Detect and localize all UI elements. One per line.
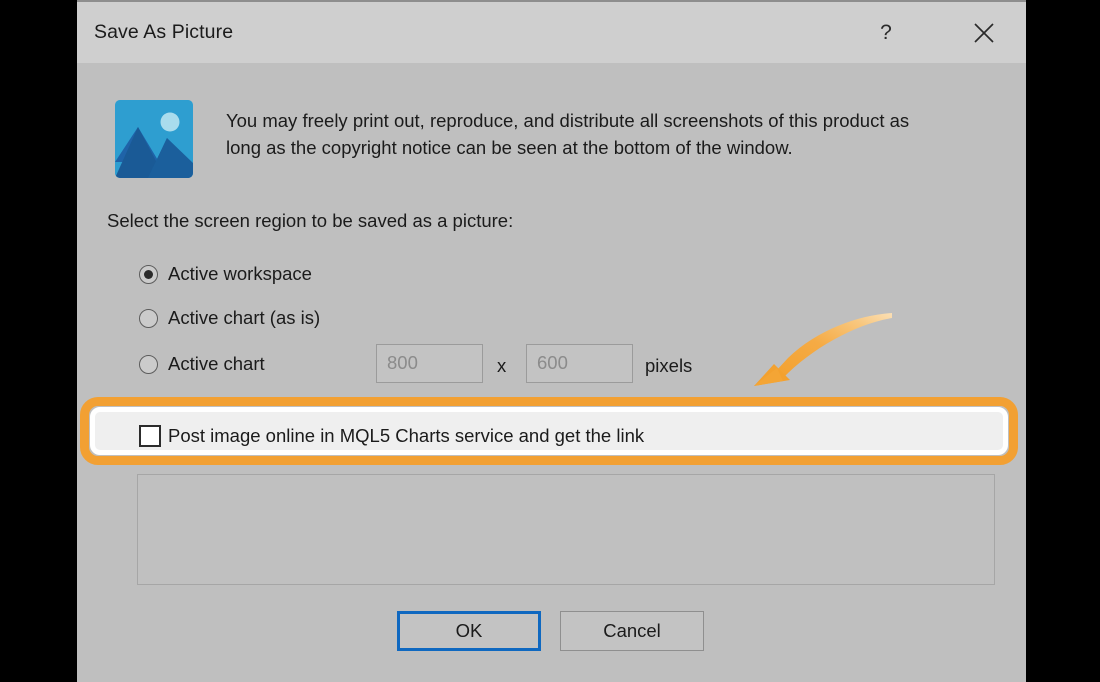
picture-icon <box>115 100 193 178</box>
window-title: Save As Picture <box>94 21 234 43</box>
dialog-body: You may freely print out, reproduce, and… <box>77 63 1026 682</box>
question-mark-icon: ? <box>880 21 892 44</box>
radio-active-workspace[interactable]: Active workspace <box>139 261 312 287</box>
pixels-label: pixels <box>645 355 693 376</box>
radio-active-chart[interactable]: Active chart <box>139 351 265 377</box>
post-image-online-label: Post image online in MQL5 Charts service… <box>168 425 645 446</box>
cancel-button[interactable]: Cancel <box>560 611 704 651</box>
radio-active-chart-as-is[interactable]: Active chart (as is) <box>139 305 320 331</box>
help-button[interactable]: ? <box>857 2 915 64</box>
radio-label: Active workspace <box>168 263 312 284</box>
chart-width-input[interactable]: 800 <box>376 344 483 383</box>
close-button[interactable] <box>955 2 1013 64</box>
title-bar: Save As Picture ? <box>77 0 1026 63</box>
radio-label: Active chart <box>168 353 265 374</box>
chart-height-input[interactable]: 600 <box>526 344 633 383</box>
ok-button-label: OK <box>455 620 483 641</box>
link-output-box[interactable] <box>137 474 995 585</box>
ok-button[interactable]: OK <box>397 611 541 651</box>
checkbox-icon[interactable] <box>139 425 161 447</box>
radio-label: Active chart (as is) <box>168 307 321 328</box>
select-region-label: Select the screen region to be saved as … <box>107 210 514 231</box>
copyright-notice: You may freely print out, reproduce, and… <box>226 110 910 158</box>
size-separator: x <box>497 355 507 376</box>
radio-icon[interactable] <box>139 354 158 374</box>
close-icon <box>974 23 994 43</box>
post-image-online-row[interactable]: Post image online in MQL5 Charts service… <box>139 422 644 450</box>
radio-icon-checked[interactable] <box>139 264 158 284</box>
save-as-picture-dialog: Save As Picture ? You may freely print o… <box>77 0 1026 682</box>
cancel-button-label: Cancel <box>603 620 661 641</box>
radio-icon[interactable] <box>139 308 158 328</box>
